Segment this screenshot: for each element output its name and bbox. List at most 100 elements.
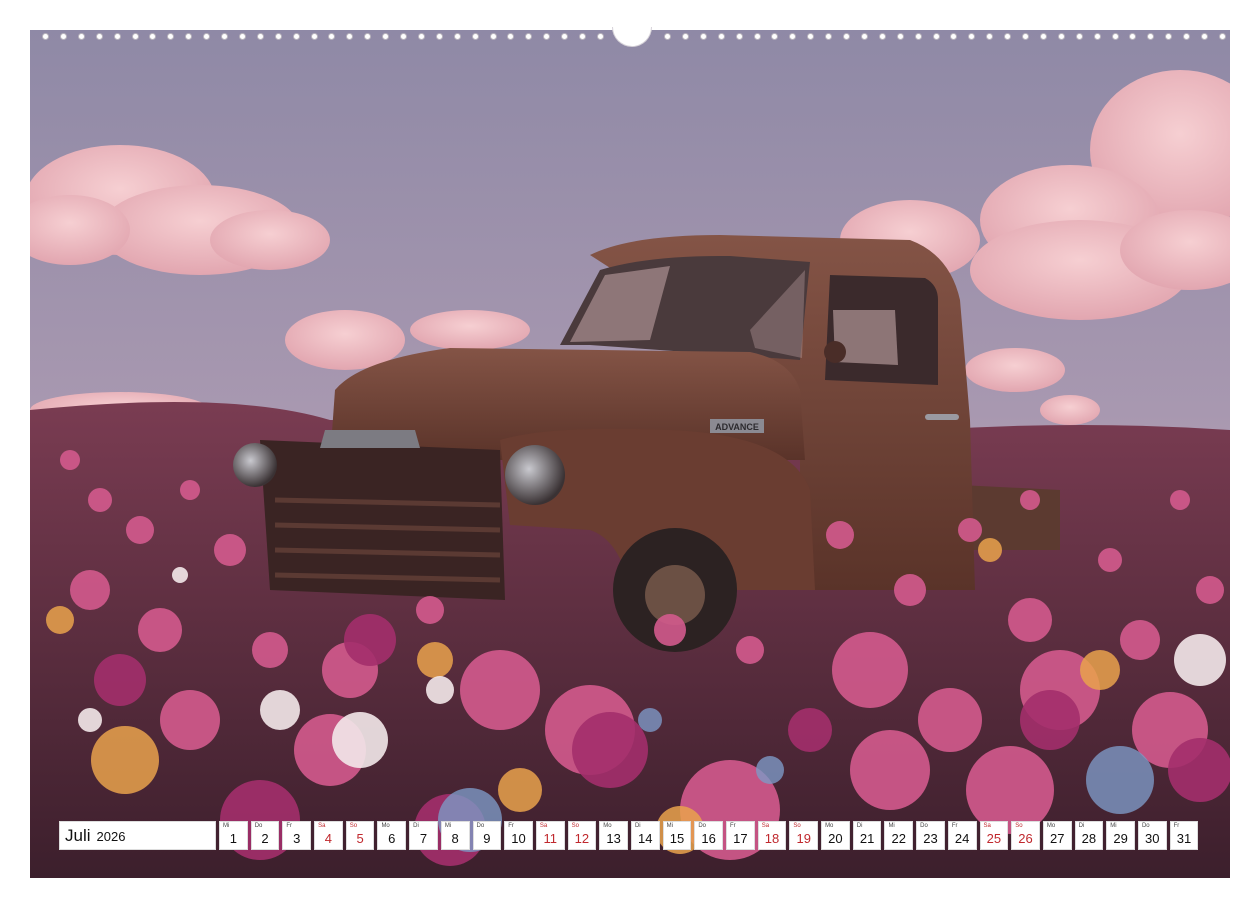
weekday-abbrev: Mi — [888, 823, 895, 829]
weekday-abbrev: Fr — [286, 823, 293, 829]
binding-hole — [664, 33, 671, 40]
binding-hole — [681, 33, 689, 40]
day-number: 28 — [1081, 831, 1097, 846]
day-number: 14 — [638, 831, 653, 846]
binding-hole — [346, 33, 354, 40]
calendar-photo: ADVANCE — [30, 30, 1230, 878]
binding-hole — [561, 33, 569, 40]
weekday-abbrev: Do — [254, 823, 263, 829]
truck-badge: ADVANCE — [715, 422, 759, 432]
binding-hole — [1201, 33, 1208, 40]
day-cell: Mi 29 — [1106, 821, 1135, 850]
weekday-abbrev: Do — [920, 823, 928, 829]
day-number: 6 — [388, 831, 396, 846]
binding-hole — [1022, 33, 1029, 40]
binding-hole — [1111, 33, 1119, 40]
binding-hole — [292, 33, 300, 40]
weekday-abbrev: Mo — [603, 823, 612, 829]
weekday-abbrev: So — [793, 823, 801, 829]
binding-hole — [1075, 33, 1083, 40]
weekday-abbrev: Fr — [730, 823, 736, 829]
day-number: 20 — [828, 831, 843, 846]
day-number: 27 — [1049, 831, 1065, 846]
binding-hole — [221, 33, 228, 40]
binding-hole — [825, 33, 833, 40]
binding-hole — [417, 33, 425, 40]
day-cell: Fr 10 — [504, 821, 533, 850]
weekday-abbrev: Sa — [539, 823, 548, 829]
day-cell: Mi 22 — [884, 821, 914, 850]
day-number: 30 — [1145, 831, 1160, 846]
binding-hole — [986, 33, 994, 40]
binding-hole — [914, 33, 922, 40]
weekday-abbrev: Di — [413, 823, 419, 829]
binding-hole — [113, 33, 121, 40]
day-cell: So 5 — [345, 821, 375, 850]
weekday-abbrev: Sa — [761, 823, 770, 829]
weekday-abbrev: So — [1015, 823, 1023, 829]
binding-hole — [400, 33, 407, 40]
binding-hole — [435, 33, 443, 40]
day-cell: Mi 1 — [219, 821, 248, 850]
binding-hole — [1093, 33, 1101, 40]
day-cell: Sa 25 — [979, 821, 1009, 850]
binding-hole — [1183, 33, 1191, 40]
day-cell: Di 7 — [409, 821, 438, 850]
binding-hole — [185, 33, 193, 40]
binding-hole — [1129, 33, 1137, 40]
weekday-abbrev: Mo — [1046, 823, 1056, 829]
day-number: 23 — [923, 831, 938, 846]
day-number: 29 — [1113, 831, 1128, 846]
year: 2026 — [96, 829, 126, 844]
day-number: 11 — [543, 831, 557, 846]
binding-hole — [1039, 33, 1047, 40]
binding-hole — [525, 33, 533, 40]
binding-hole — [789, 33, 797, 40]
binding-hole — [59, 33, 67, 40]
binding-hole — [1004, 33, 1012, 40]
binding-hole — [274, 33, 282, 40]
day-number: 26 — [1018, 831, 1033, 846]
weekday-abbrev: Sa — [318, 823, 326, 829]
weekday-abbrev: Mo — [825, 823, 834, 829]
day-number: 31 — [1176, 831, 1192, 846]
binding-hole — [149, 33, 157, 40]
binding-hole — [1147, 33, 1155, 40]
day-cell: Mo 27 — [1042, 821, 1072, 850]
binding-hole — [42, 33, 49, 40]
binding-hole — [167, 33, 175, 40]
weekday-abbrev: Do — [1141, 823, 1150, 829]
day-number: 7 — [419, 831, 428, 846]
weekday-abbrev: Do — [698, 823, 706, 829]
day-cell: Di 21 — [852, 821, 882, 850]
binding-hole — [328, 33, 336, 40]
day-number: 5 — [356, 831, 364, 846]
weekday-abbrev: So — [349, 823, 358, 829]
day-number: 22 — [891, 831, 907, 846]
binding-hole — [203, 33, 211, 40]
binding-hole — [807, 33, 815, 40]
day-number: 24 — [954, 831, 970, 846]
weekday-abbrev: Fr — [508, 823, 514, 829]
weekday-abbrev: So — [571, 823, 579, 829]
weekday-abbrev: Mo — [381, 823, 390, 829]
day-cell: Mo 20 — [821, 821, 850, 850]
day-cell: Mo 6 — [377, 821, 407, 850]
day-cell: Sa 4 — [314, 821, 343, 850]
day-cell: So 26 — [1011, 821, 1040, 850]
spiral-binding — [30, 27, 1230, 47]
binding-hole — [1057, 33, 1065, 40]
day-cell: Sa 11 — [535, 821, 565, 850]
day-cell: Mo 13 — [599, 821, 628, 850]
day-number: 10 — [511, 831, 526, 846]
day-cell: Do 16 — [694, 821, 723, 850]
weekday-abbrev: Fr — [951, 823, 958, 829]
binding-hole — [968, 33, 976, 40]
day-cell: Sa 18 — [757, 821, 787, 850]
binding-hole — [131, 33, 139, 40]
weekday-abbrev: Sa — [983, 823, 991, 829]
day-cell: Mi 8 — [440, 821, 470, 850]
binding-hole — [238, 33, 246, 40]
day-number: 16 — [701, 831, 716, 846]
day-cell: Do 2 — [250, 821, 280, 850]
